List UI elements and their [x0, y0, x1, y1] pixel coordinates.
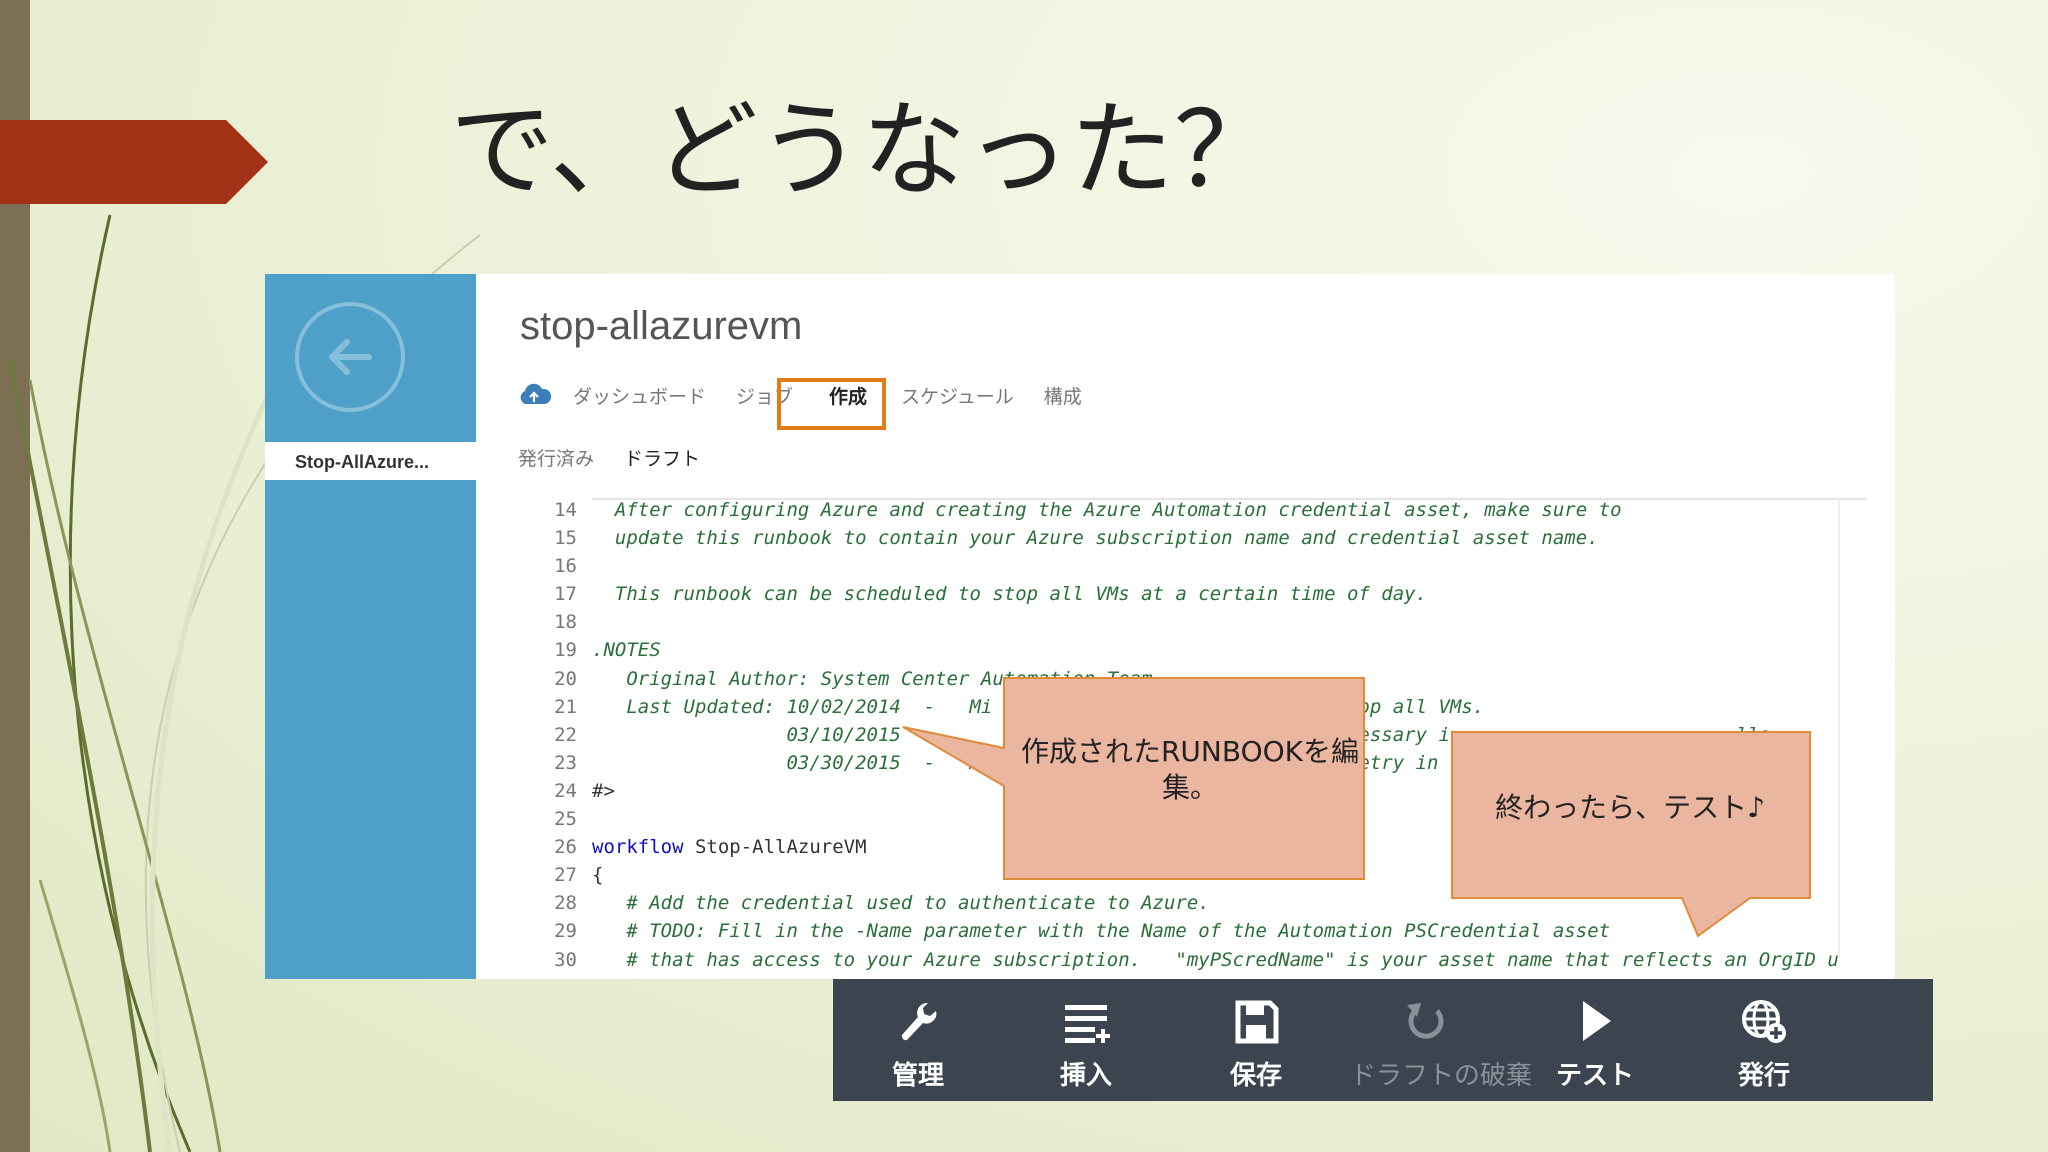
line-number: 26: [554, 836, 577, 859]
subtab-draft[interactable]: ドラフト: [624, 444, 700, 471]
line-number: 23: [554, 751, 577, 774]
tab-highlight-box: [777, 378, 886, 430]
code-text: {: [592, 864, 604, 887]
line-number: 22: [554, 723, 577, 746]
insert-lines-icon: [1065, 1005, 1110, 1043]
code-text: Stop-AllAzureVM: [683, 836, 867, 859]
line-number: 15: [554, 527, 577, 550]
save-icon: [1235, 1000, 1279, 1044]
code-text: # that has access to your Azure subscrip…: [592, 948, 1839, 971]
back-arrow-icon: [329, 339, 372, 375]
code-line: 17 This runbook can be scheduled to stop…: [535, 580, 1835, 608]
callout-test-text: 終わったら、テスト♪: [1495, 791, 1765, 824]
tab-configure[interactable]: 構成: [1044, 382, 1082, 409]
globe-publish-icon: [1742, 1000, 1786, 1043]
runbook-command-bar: 管理 挿入 保存 ドラフトの破棄 テスト 発行: [833, 979, 1933, 1101]
code-line: 18: [535, 608, 1835, 636]
line-number: 17: [554, 583, 577, 606]
line-number: 25: [554, 808, 577, 831]
runbook-subtabs: 発行済み ドラフト: [518, 444, 730, 471]
line-number: 20: [554, 667, 577, 690]
callout-edit-text: 作成されたRUNBOOKを編集。: [1020, 735, 1360, 804]
line-number: 19: [554, 639, 577, 662]
code-text: #>: [592, 779, 615, 802]
code-text: This runbook can be scheduled to stop al…: [592, 583, 1428, 606]
undo-icon: [1407, 1003, 1444, 1039]
play-icon: [1583, 1001, 1611, 1041]
cloud-icon: [520, 383, 551, 404]
tab-schedule[interactable]: スケジュール: [901, 382, 1014, 409]
publish-button[interactable]: 発行: [1689, 979, 1839, 1101]
line-number: 28: [554, 892, 577, 915]
line-number: 24: [554, 779, 577, 802]
code-text: # Add the credential used to authenticat…: [592, 892, 1210, 915]
code-line: 30 # that has access to your Azure subsc…: [535, 946, 1839, 974]
runbook-sidebar: Stop-AllAzure...: [265, 274, 476, 979]
test-button[interactable]: テスト: [1520, 979, 1670, 1101]
line-number: 14: [554, 499, 577, 521]
back-button[interactable]: [295, 302, 405, 412]
line-number: 30: [554, 948, 577, 971]
code-line: 14 After configuring Azure and creating …: [535, 496, 1835, 524]
code-line: 19 .NOTES: [535, 636, 1835, 664]
tab-dashboard[interactable]: ダッシュボード: [573, 382, 706, 409]
insert-button[interactable]: 挿入: [1011, 979, 1161, 1101]
title-arrow: [0, 120, 268, 204]
code-scrollbar-track[interactable]: [1838, 498, 1840, 958]
code-text: update this runbook to contain your Azur…: [592, 527, 1599, 550]
code-line: 15 update this runbook to contain your A…: [535, 524, 1835, 552]
code-text: .NOTES: [592, 639, 661, 662]
callout-test-shape: [1451, 731, 1811, 938]
line-number: 29: [554, 920, 577, 943]
subtab-published[interactable]: 発行済み: [518, 444, 594, 471]
code-keyword: workflow: [592, 836, 684, 859]
discard-draft-button[interactable]: ドラフトの破棄: [1350, 979, 1532, 1101]
line-number: 27: [554, 864, 577, 887]
sidebar-item-runbook[interactable]: Stop-AllAzure...: [265, 442, 476, 480]
runbook-title: stop-allazurevm: [520, 304, 803, 348]
line-number: 16: [554, 555, 577, 578]
line-number: 18: [554, 611, 577, 634]
code-line: 16: [535, 552, 1835, 580]
save-button[interactable]: 保存: [1181, 979, 1331, 1101]
code-text: After configuring Azure and creating the…: [592, 499, 1622, 521]
wrench-icon: [901, 1002, 937, 1041]
slide-title: で、どうなった？: [450, 89, 1278, 211]
line-number: 21: [554, 695, 577, 718]
manage-button[interactable]: 管理: [843, 979, 993, 1101]
